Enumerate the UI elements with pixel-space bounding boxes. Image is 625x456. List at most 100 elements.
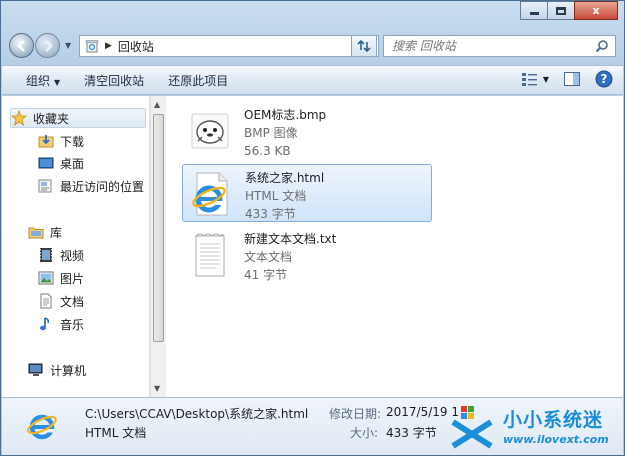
file-item[interactable]: 新建文本文档.txt 文本文档 41 字节 xyxy=(182,226,432,284)
explorer-window: x ▼ ▶ 回收站 ▼ xyxy=(0,0,625,456)
details-pane: C:\Users\CCAV\Desktop\系统之家.html HTML 文档 … xyxy=(2,397,623,455)
nav-favorites[interactable]: 收藏夹 xyxy=(10,108,146,128)
nav-music[interactable]: 音乐 xyxy=(38,314,84,334)
close-button[interactable]: x xyxy=(574,1,618,20)
forward-button[interactable] xyxy=(35,33,60,58)
nav-libraries-label: 库 xyxy=(50,225,63,240)
nav-pictures[interactable]: 图片 xyxy=(38,268,84,288)
maximize-icon xyxy=(556,6,566,15)
restore-item-button[interactable]: 还原此项目 xyxy=(156,72,240,89)
recent-places-icon xyxy=(38,178,54,194)
nav-recent-places[interactable]: 最近访问的位置 xyxy=(38,176,144,196)
help-icon[interactable]: ? xyxy=(595,70,613,88)
address-bar[interactable]: ▶ 回收站 ▼ xyxy=(79,35,379,57)
nav-downloads-label: 下载 xyxy=(60,134,85,149)
view-options-dropdown[interactable]: ▼ xyxy=(543,75,549,84)
watermark-title: 小小系统迷 xyxy=(503,409,604,431)
file-name: 系统之家.html xyxy=(245,171,325,185)
nav-documents-label: 文档 xyxy=(60,294,85,309)
watermark-logo-icon xyxy=(451,406,493,449)
star-icon xyxy=(11,110,27,126)
file-meta: OEM标志.bmp BMP 图像 56.3 KB xyxy=(244,106,326,160)
scrollbar-thumb[interactable] xyxy=(153,114,164,342)
minimize-icon xyxy=(529,12,539,15)
nav-music-label: 音乐 xyxy=(60,317,85,332)
file-meta: 系统之家.html HTML 文档 433 字节 xyxy=(245,169,324,223)
breadcrumb-separator-icon[interactable]: ▶ xyxy=(105,41,112,51)
search-box[interactable] xyxy=(383,35,616,57)
libraries-icon xyxy=(28,224,44,240)
main-area: 收藏夹 下载 桌面 最近访问的位置 库 视频 图片 文档 音乐 计算机 ▲ ▼ … xyxy=(2,96,623,397)
size-value: 433 字节 xyxy=(386,426,437,440)
navigation-scrollbar[interactable]: ▲ ▼ xyxy=(150,96,166,397)
music-icon xyxy=(38,316,54,332)
nav-computer-label: 计算机 xyxy=(50,363,87,378)
breadcrumb-recycle-bin[interactable]: 回收站 xyxy=(118,38,154,55)
file-name: OEM标志.bmp xyxy=(244,108,327,122)
nav-libraries[interactable]: 库 xyxy=(28,222,62,242)
recent-pages-dropdown[interactable]: ▼ xyxy=(65,41,71,50)
desktop-icon xyxy=(38,155,54,171)
organize-label: 组织 xyxy=(26,73,51,88)
file-type: 文本文档 xyxy=(244,250,293,264)
nav-desktop[interactable]: 桌面 xyxy=(38,153,84,173)
caption-buttons: x xyxy=(520,1,618,20)
minimize-button[interactable] xyxy=(520,1,548,20)
video-icon xyxy=(38,247,54,263)
change-view-icon[interactable] xyxy=(521,71,539,87)
text-document-icon xyxy=(188,230,232,278)
organize-menu[interactable]: 组织 ▼ xyxy=(2,72,72,89)
navigation-pane: 收藏夹 下载 桌面 最近访问的位置 库 视频 图片 文档 音乐 计算机 xyxy=(2,96,150,397)
file-item[interactable]: OEM标志.bmp BMP 图像 56.3 KB xyxy=(182,102,432,160)
downloads-folder-icon xyxy=(38,133,54,149)
size-label: 大小: xyxy=(350,426,379,440)
file-type: HTML 文档 xyxy=(245,189,307,203)
file-list: OEM标志.bmp BMP 图像 56.3 KB 系统之家.html HTML … xyxy=(167,96,623,397)
ie-html-icon xyxy=(189,169,233,217)
file-size: 41 字节 xyxy=(244,268,288,282)
nav-desktop-label: 桌面 xyxy=(60,156,85,171)
file-type: BMP 图像 xyxy=(244,126,298,140)
bmp-penguin-icon xyxy=(188,106,232,154)
details-path: C:\Users\CCAV\Desktop\系统之家.html xyxy=(85,407,309,421)
pictures-icon xyxy=(38,270,54,286)
refresh-icon xyxy=(357,39,371,53)
file-item-selected[interactable]: 系统之家.html HTML 文档 433 字节 xyxy=(182,164,432,222)
file-name: 新建文本文档.txt xyxy=(244,232,337,246)
address-row: ▼ ▶ 回收站 ▼ xyxy=(9,31,616,59)
forward-arrow-icon xyxy=(44,39,53,52)
back-button[interactable] xyxy=(9,33,34,58)
details-type: HTML 文档 xyxy=(85,426,147,440)
nav-videos[interactable]: 视频 xyxy=(38,245,84,265)
nav-recent-label: 最近访问的位置 xyxy=(60,179,145,194)
site-watermark-logo: 小小系统迷 www.ilovext.com xyxy=(447,402,617,452)
command-bar: 组织 ▼ 清空回收站 还原此项目 ▼ ? xyxy=(2,65,623,95)
recycle-bin-small-icon xyxy=(85,40,99,53)
nav-documents[interactable]: 文档 xyxy=(38,291,84,311)
nav-favorites-label: 收藏夹 xyxy=(33,111,70,126)
file-meta: 新建文本文档.txt 文本文档 41 字节 xyxy=(244,230,336,284)
nav-downloads[interactable]: 下载 xyxy=(38,131,84,151)
watermark-url: www.ilovext.com xyxy=(503,433,609,446)
nav-videos-label: 视频 xyxy=(60,248,85,263)
search-icon[interactable] xyxy=(595,39,609,53)
documents-icon xyxy=(38,293,54,309)
file-size: 56.3 KB xyxy=(244,144,291,158)
back-arrow-icon xyxy=(16,39,25,52)
search-input[interactable] xyxy=(392,39,592,53)
preview-pane-icon[interactable] xyxy=(563,71,581,87)
nav-computer[interactable]: 计算机 xyxy=(28,360,86,380)
scroll-up-arrow-icon[interactable]: ▲ xyxy=(154,100,160,109)
empty-recycle-bin-button[interactable]: 清空回收站 xyxy=(72,72,156,89)
view-controls: ▼ ? xyxy=(521,70,613,88)
maximize-button[interactable] xyxy=(547,1,575,20)
ie-html-icon xyxy=(27,414,57,440)
file-size: 433 字节 xyxy=(245,207,296,221)
modified-date-label: 修改日期: xyxy=(329,407,382,421)
chevron-down-icon: ▼ xyxy=(54,77,61,87)
scroll-down-arrow-icon[interactable]: ▼ xyxy=(154,384,160,393)
refresh-button[interactable] xyxy=(351,35,377,57)
svg-text:?: ? xyxy=(601,72,608,86)
nav-pictures-label: 图片 xyxy=(60,271,85,286)
computer-icon xyxy=(28,362,44,378)
